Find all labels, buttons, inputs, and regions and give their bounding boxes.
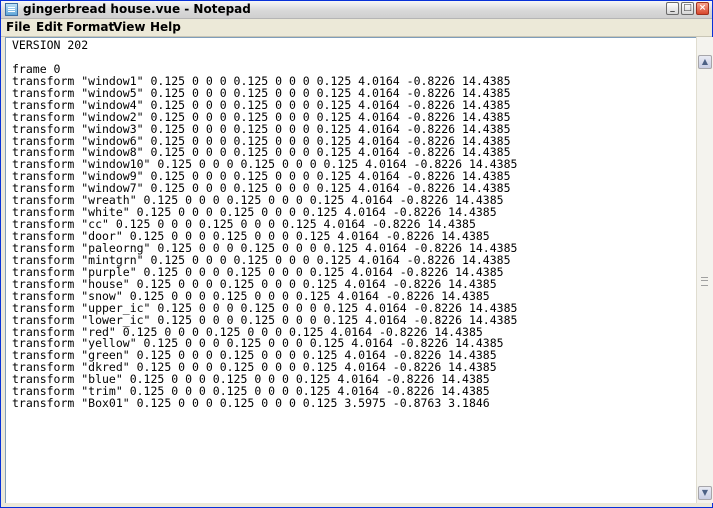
title-bar[interactable]: gingerbread house.vue - Notepad _ □ × [1, 1, 712, 19]
window-title: gingerbread house.vue - Notepad [23, 2, 251, 16]
menu-bar: File Edit Format View Help [1, 19, 712, 37]
text-editor[interactable]: VERSION 202 frame 0 transform "window1" 0… [5, 37, 696, 503]
minimize-button[interactable]: _ [666, 2, 679, 15]
notepad-window: gingerbread house.vue - Notepad _ □ × Fi… [0, 0, 713, 508]
text-line[interactable]: VERSION 202 [12, 39, 696, 52]
editor-content[interactable]: VERSION 202 frame 0 transform "window1" 0… [6, 38, 696, 410]
scroll-down-icon[interactable]: ▼ [698, 486, 712, 500]
menu-edit[interactable]: Edit [33, 20, 66, 34]
menu-file[interactable]: File [3, 20, 34, 34]
text-line[interactable] [12, 52, 696, 64]
maximize-button[interactable]: □ [681, 2, 694, 15]
scroll-up-icon[interactable]: ▲ [698, 55, 712, 69]
menu-help[interactable]: Help [147, 20, 184, 34]
notepad-app-icon[interactable] [5, 3, 18, 16]
menu-view[interactable]: View [110, 20, 148, 34]
close-button[interactable]: × [696, 2, 709, 15]
text-line[interactable]: transform "Box01" 0.125 0 0 0 0.125 0 0 … [12, 397, 696, 410]
vertical-scrollbar[interactable]: ▲ ▼ [696, 37, 713, 503]
scroll-grip-icon[interactable] [701, 277, 708, 286]
